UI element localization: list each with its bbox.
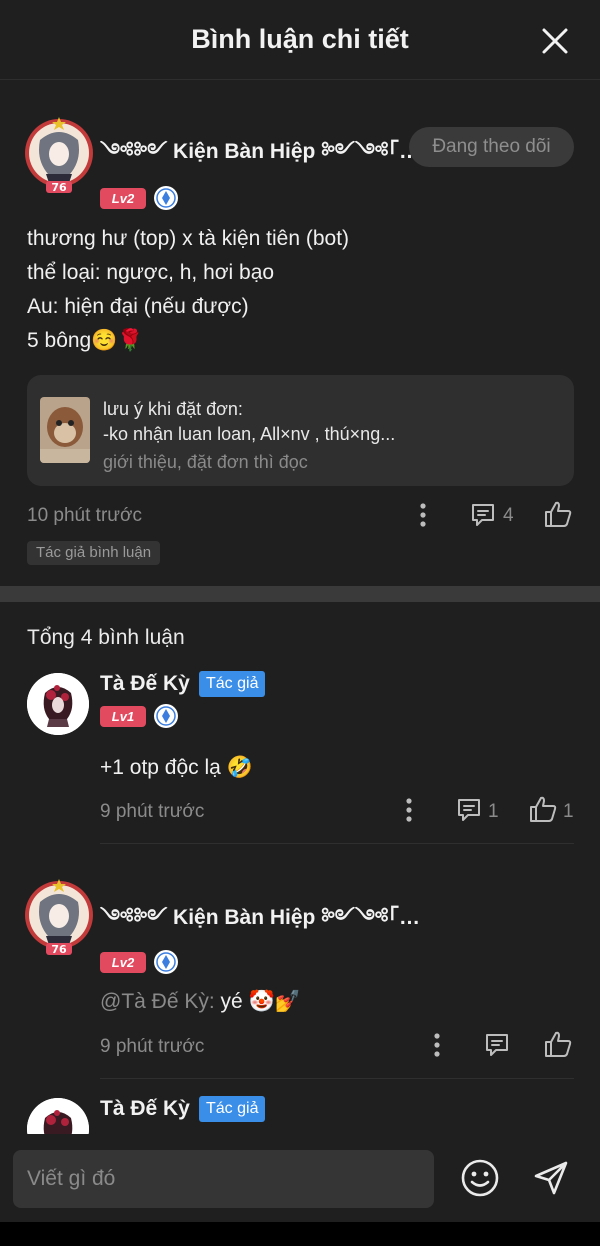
author-name[interactable]: ༺༻ Kiện Bàn Hiệp ༻༺「 健斑侠 」: [100, 128, 420, 187]
commenter-name[interactable]: Tà Đế Kỳ: [100, 672, 190, 696]
level-badge: Lv1: [100, 705, 146, 727]
system-nav-bar: [0, 1222, 600, 1246]
linked-post-title: lưu ý khi đặt đơn:: [103, 399, 243, 419]
divider: [100, 843, 574, 844]
emoji-icon[interactable]: [460, 1158, 500, 1198]
reply-icon[interactable]: [469, 501, 497, 529]
author-badge: Tác giả: [199, 671, 266, 697]
author-badge: Tác giả: [199, 1096, 266, 1122]
level-badge: Lv2: [100, 187, 146, 209]
commenter-name[interactable]: Tà Đế Kỳ: [100, 1097, 190, 1121]
more-options-icon[interactable]: [418, 502, 428, 528]
section-separator: [0, 586, 600, 602]
comment-line: thương hư (top) x tà kiện tiên (bot): [27, 227, 350, 250]
more-options-icon[interactable]: [432, 1032, 442, 1058]
header: Bình luận chi tiết: [0, 0, 600, 80]
timestamp: 9 phút trước: [100, 801, 205, 822]
total-comments: Tổng 4 bình luận: [27, 626, 185, 649]
comment-input[interactable]: Viết gì đó: [13, 1150, 434, 1208]
reply-text: +1 otp độc lạ 🤣: [100, 756, 253, 779]
svg-text:76: 76: [51, 943, 67, 956]
level-badge: Lv2: [100, 951, 146, 973]
badge-row: Lv2: [100, 950, 178, 974]
author-comment-tag: Tác giả bình luận: [27, 541, 161, 565]
comment-line: 5 bông☺️🌹: [27, 329, 144, 352]
mention-link[interactable]: @Tà Đế Kỳ:: [100, 990, 215, 1013]
page-title: Bình luận chi tiết: [191, 24, 409, 54]
reply-count: 1: [488, 801, 499, 822]
linked-post-card[interactable]: lưu ý khi đặt đơn: -ko nhận luan loan, A…: [27, 375, 574, 486]
comment-line: thể loại: ngược, h, hơi bạo: [27, 261, 275, 284]
main-comment: 76 ༺༻ Kiện Bàn Hiệp ༻༺「 健斑侠 」 Đang theo …: [0, 80, 600, 586]
linked-post-description: -ko nhận luan loan, All×nv , thú×ng...: [103, 424, 396, 444]
diamond-icon: [154, 704, 178, 728]
avatar[interactable]: [27, 673, 89, 735]
linked-post-subtitle: giới thiệu, đặt đơn thì đọc: [103, 452, 308, 472]
divider: [100, 1078, 574, 1079]
badge-row: Lv1: [100, 704, 178, 728]
svg-text:76: 76: [51, 181, 67, 194]
reply-count: 4: [503, 505, 514, 526]
post-thumbnail: [40, 397, 90, 463]
following-button[interactable]: Đang theo dõi: [409, 127, 574, 167]
like-count: 1: [563, 801, 574, 822]
reply-icon[interactable]: [483, 1031, 511, 1059]
reply-text-body: yé 🤡💅: [214, 990, 301, 1013]
avatar[interactable]: 76: [20, 116, 98, 194]
comment-content: thương hư (top) x tà kiện tiên (bot) thể…: [27, 222, 567, 358]
reply-icon[interactable]: [455, 796, 483, 824]
close-icon[interactable]: [540, 26, 570, 56]
diamond-icon: [154, 186, 178, 210]
diamond-icon: [154, 950, 178, 974]
commenter-name[interactable]: ༺༻ Kiện Bàn Hiệp ༻༺「 健斑侠 」: [100, 894, 420, 953]
like-icon[interactable]: [543, 1029, 573, 1059]
avatar[interactable]: 76: [20, 878, 98, 956]
reply-text: @Tà Đế Kỳ: yé 🤡💅: [100, 990, 301, 1014]
like-icon[interactable]: [528, 794, 558, 824]
comment-line: Au: hiện đại (nếu được): [27, 295, 249, 318]
send-icon[interactable]: [531, 1158, 571, 1198]
timestamp: 9 phút trước: [100, 1036, 205, 1057]
more-options-icon[interactable]: [404, 797, 414, 823]
badge-row: Lv2: [100, 186, 178, 210]
like-icon[interactable]: [543, 499, 573, 529]
timestamp: 10 phút trước: [27, 505, 142, 526]
